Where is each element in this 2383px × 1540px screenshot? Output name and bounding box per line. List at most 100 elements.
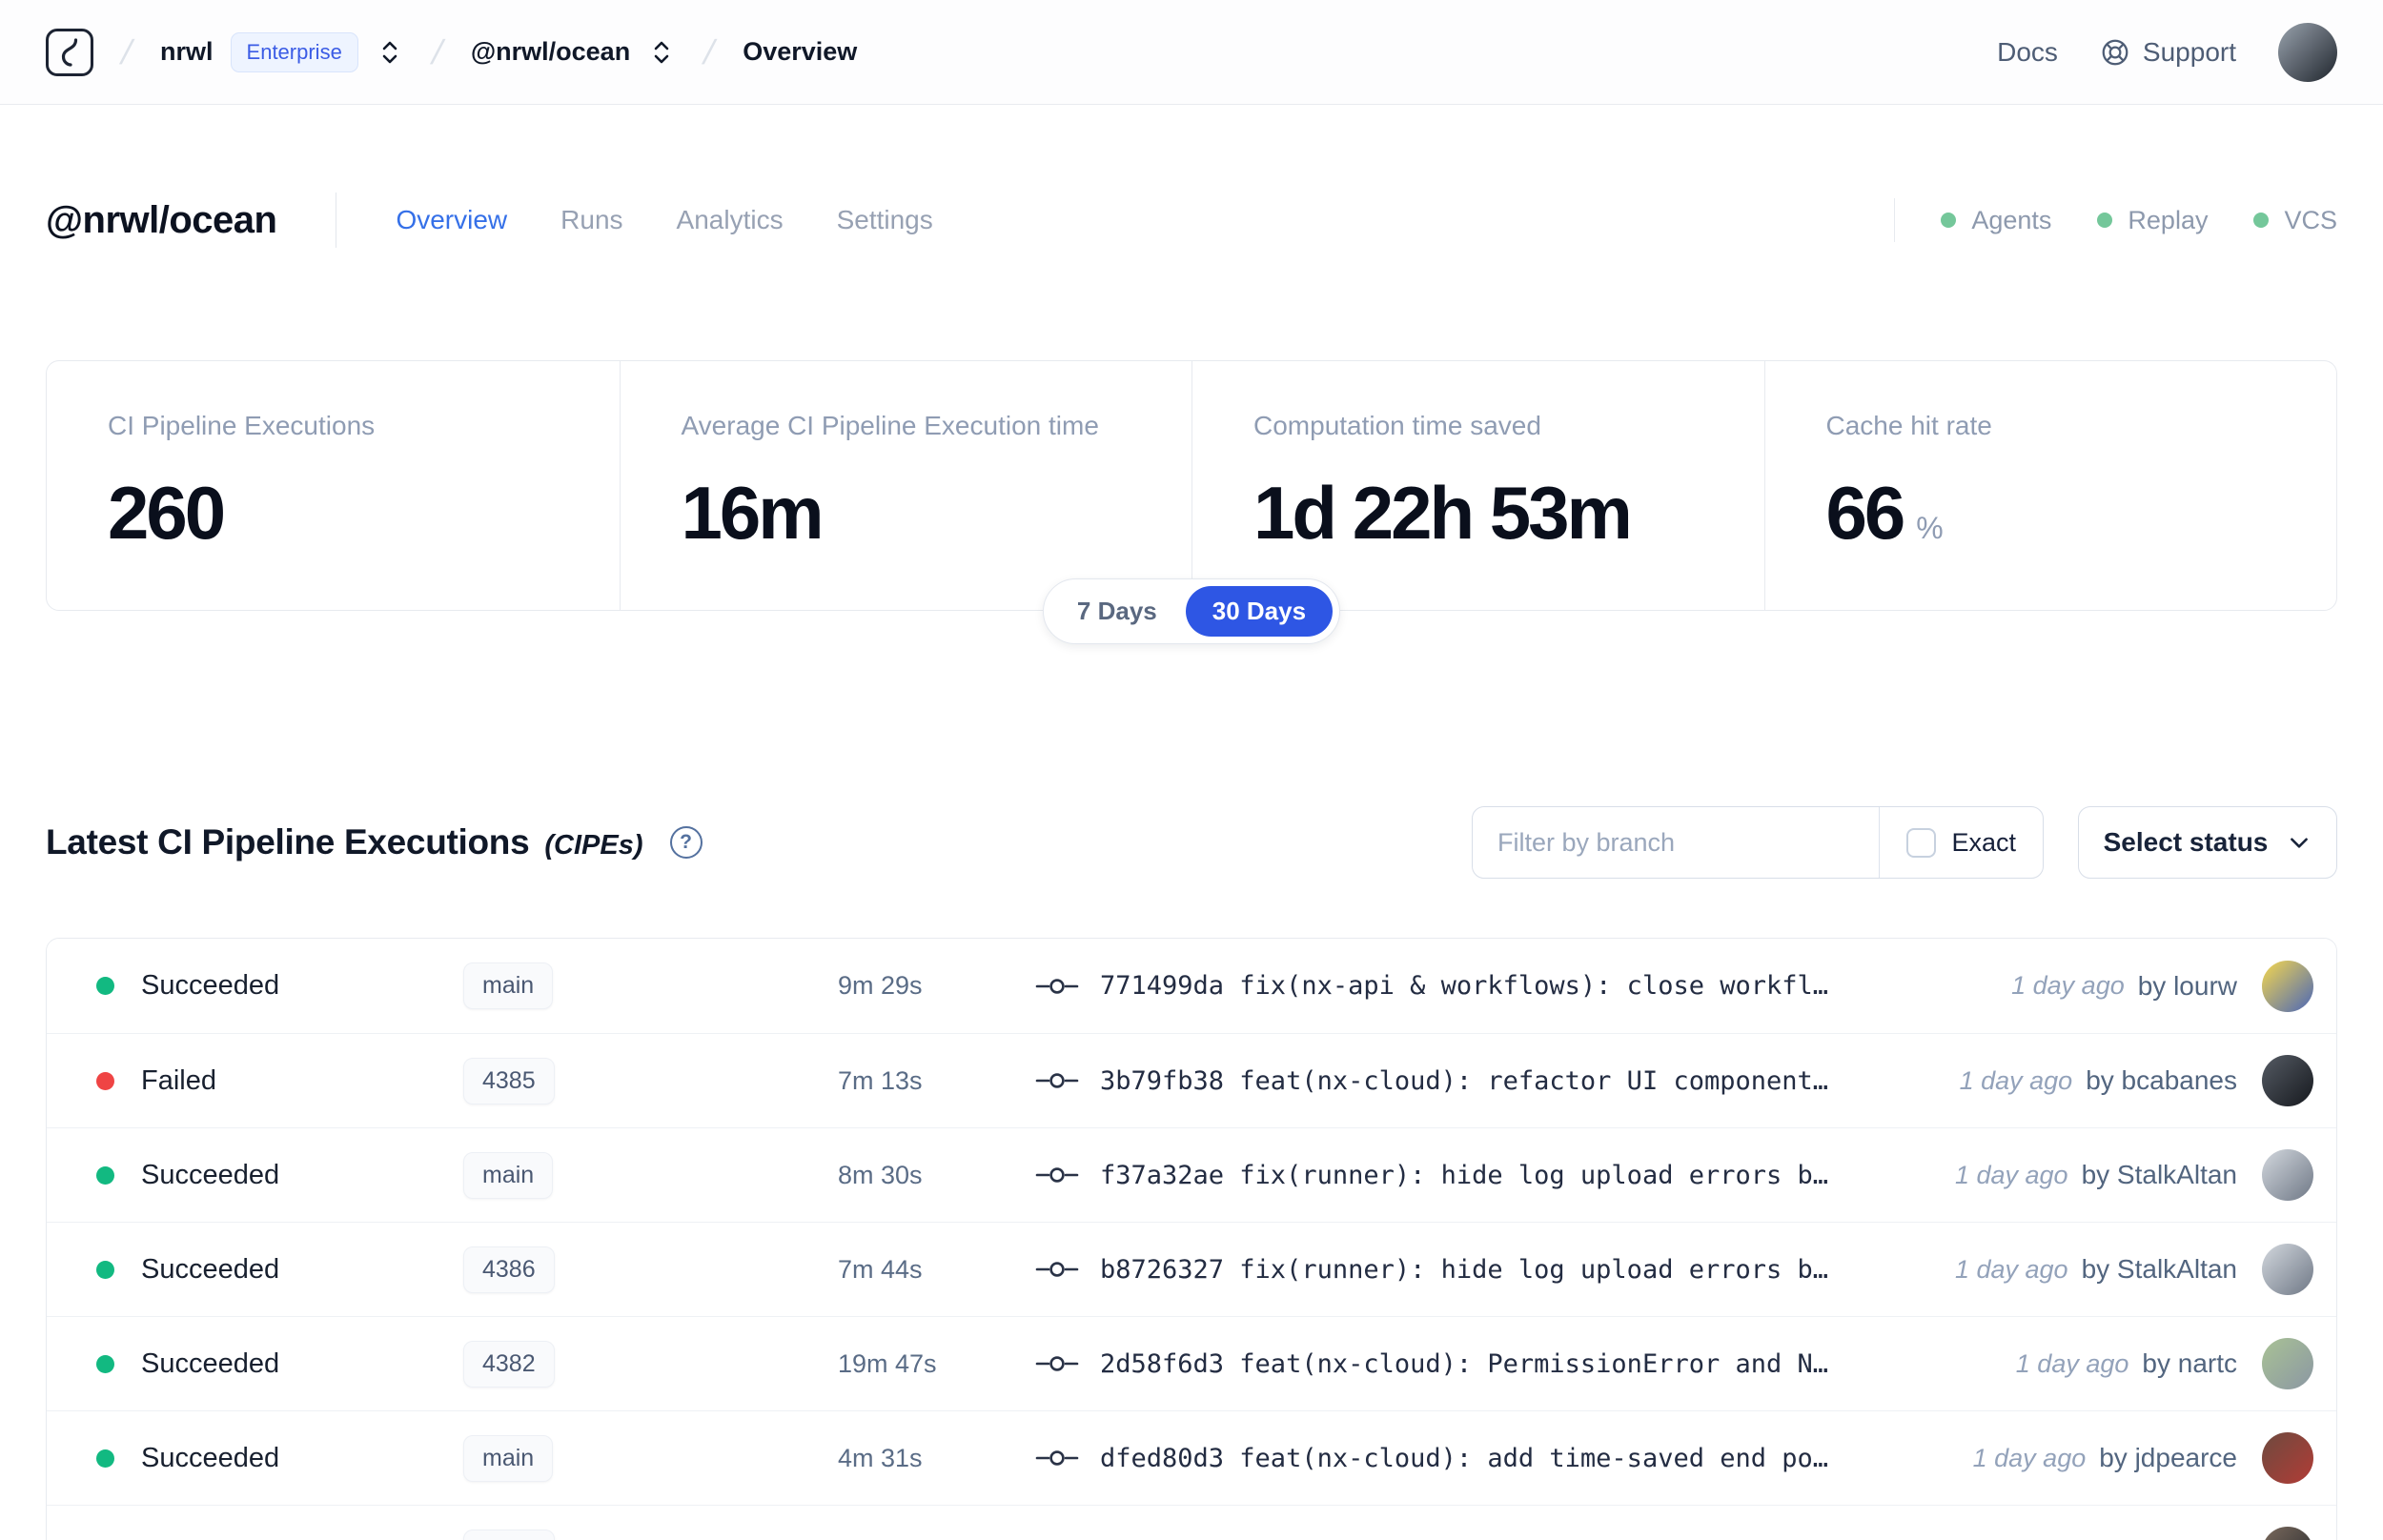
row-meta: 1 day ago by jdpearce [1973, 1432, 2313, 1484]
author: by jdpearce [2099, 1443, 2237, 1472]
status-dot-icon [96, 977, 114, 995]
status-label: Succeeded [141, 1253, 280, 1285]
duration: 9m 29s [838, 971, 923, 1000]
green-dot-icon [2253, 213, 2270, 228]
status-label: Succeeded [141, 970, 280, 1001]
breadcrumb-separator: / [427, 31, 448, 71]
row-meta: 1 day ago by bcabanes [1960, 1055, 2313, 1106]
author: by lourw [2137, 970, 2237, 1001]
exact-filter: Exact [1879, 807, 2043, 878]
help-icon[interactable]: ? [669, 826, 703, 859]
support-label: Support [2142, 36, 2236, 67]
range-option[interactable]: 30 Days [1185, 586, 1334, 637]
duration: 8m 30s [838, 1160, 923, 1189]
author: by bcabanes [2086, 1065, 2237, 1095]
stat-card: CI Pipeline Executions 260 [47, 361, 620, 610]
user-avatar[interactable] [2278, 22, 2337, 82]
avatar [2262, 1432, 2313, 1484]
git-commit-icon [1035, 1257, 1089, 1282]
range-option[interactable]: 7 Days [1050, 586, 1184, 637]
avatar [2262, 960, 2313, 1012]
table-row[interactable]: Succeeded main 4m 31s dfed80d3 feat(nx-c… [47, 1410, 2336, 1505]
stat-card-label: Computation time saved [1253, 411, 1541, 440]
table-row[interactable]: Succeeded 4386 7m 44s b8726327 fix(runne… [47, 1222, 2336, 1316]
row-meta: 1 day ago by StalkAltan [1955, 1244, 2313, 1295]
stat-card: Cache hit rate 66 % [1763, 361, 2337, 610]
row-meta: 1 day ago by lourw [2011, 960, 2313, 1012]
docs-link[interactable]: Docs [1997, 37, 2058, 68]
status-cell: Succeeded [96, 1160, 463, 1191]
status-select[interactable]: Select status [2078, 806, 2337, 879]
exact-label: Exact [1951, 827, 2016, 857]
table-row[interactable]: Succeeded 4381 17m 55s 0918b0be remove u… [47, 1505, 2336, 1540]
commit-message: 771499da fix(nx-api & workflows): close … [1100, 971, 1829, 1001]
breadcrumb-page: Overview [743, 37, 858, 66]
avatar [2262, 1149, 2313, 1201]
status-badge: Replay [2097, 206, 2208, 235]
table-row[interactable]: Succeeded 4382 19m 47s 2d58f6d3 feat(nx-… [47, 1316, 2336, 1410]
table-row[interactable]: Succeeded main 8m 30s f37a32ae fix(runne… [47, 1127, 2336, 1222]
branch-chip: main [463, 962, 554, 1009]
status-badge: VCS [2253, 206, 2337, 235]
top-nav: Docs Support [1997, 22, 2337, 82]
status-cell: Succeeded [96, 1254, 463, 1286]
branch-chip: main [463, 1151, 554, 1199]
status-cell: Succeeded [96, 1443, 463, 1474]
table-row[interactable]: Succeeded main 9m 29s 771499da fix(nx-ap… [47, 939, 2336, 1033]
stat-card-value: 16m [682, 470, 1131, 557]
exact-checkbox[interactable] [1906, 827, 1937, 858]
status-badge-label: VCS [2284, 205, 2337, 234]
support-link[interactable]: Support [2100, 37, 2236, 68]
branch-chip: 4386 [463, 1246, 555, 1293]
status-dot-icon [96, 1071, 114, 1090]
range-toggle: 7 Days 30 Days [1042, 578, 1341, 644]
status-dot-icon [96, 1354, 114, 1373]
breadcrumb-workspace: @nrwl/ocean [471, 35, 676, 70]
page-title: @nrwl/ocean [46, 198, 277, 241]
nx-cloud-logo[interactable] [46, 28, 93, 76]
status-cell: Succeeded [96, 970, 463, 1002]
section-title: Latest CI Pipeline Executions [46, 822, 530, 861]
cipe-table: Succeeded main 9m 29s 771499da fix(nx-ap… [46, 938, 2337, 1540]
stat-card-value: 1d 22h 53m [1253, 470, 1703, 557]
author: by StalkAltan [2081, 1160, 2237, 1189]
workspace-name: @nrwl/ocean [470, 37, 631, 66]
status-dot-icon [96, 1449, 114, 1468]
workspace-status-badges: Agents Replay VCS [1894, 198, 2337, 242]
branch-filter-group: Exact [1472, 806, 2044, 879]
status-cell: Succeeded [96, 1537, 463, 1540]
status-dot-icon [96, 1165, 114, 1185]
row-meta: 1 day ago by StalkAltan [1955, 1149, 2313, 1201]
duration: 7m 13s [838, 1065, 923, 1095]
stat-value: 1d 22h 53m [1253, 471, 1633, 555]
breadcrumb-separator: / [700, 31, 720, 71]
stat-value: 66 [1825, 471, 1906, 555]
commit-message: 2d58f6d3 feat(nx-cloud): PermissionError… [1100, 1348, 1829, 1379]
main-content: @nrwl/ocean Overview Runs Analytics Sett… [0, 192, 2383, 1540]
tab[interactable]: Settings [837, 205, 933, 235]
tab[interactable]: Overview [396, 205, 507, 235]
git-commit-icon [1035, 1068, 1089, 1093]
table-row[interactable]: Failed 4385 7m 13s 3b79fb38 feat(nx-clou… [47, 1033, 2336, 1127]
org-switcher-chevrons-icon[interactable] [376, 35, 404, 70]
stat-value: 260 [108, 471, 226, 555]
workspace-switcher-chevrons-icon[interactable] [647, 35, 676, 70]
commit-message: dfed80d3 feat(nx-cloud): add time-saved … [1100, 1443, 1829, 1473]
tab[interactable]: Runs [560, 205, 622, 235]
status-label: Succeeded [141, 1159, 280, 1190]
commit-message: 3b79fb38 feat(nx-cloud): refactor UI com… [1100, 1065, 1829, 1096]
chevron-down-icon [2291, 838, 2309, 848]
row-meta: 2 days ago by nixallover [1949, 1527, 2313, 1540]
tab[interactable]: Analytics [677, 205, 784, 235]
time-ago: 1 day ago [2015, 1348, 2129, 1378]
duration: 19m 47s [838, 1348, 937, 1378]
cipe-filters: Exact Select status [1472, 806, 2337, 879]
status-select-label: Select status [2103, 827, 2269, 857]
git-commit-icon [1035, 1351, 1089, 1376]
status-label: Failed [141, 1064, 216, 1096]
stat-card-label: CI Pipeline Executions [108, 411, 376, 440]
status-label: Succeeded [141, 1348, 280, 1379]
branch-filter-input[interactable] [1473, 807, 1880, 878]
status-cell: Failed [96, 1065, 463, 1097]
commit-message: b8726327 fix(runner): hide log upload er… [1100, 1254, 1829, 1285]
